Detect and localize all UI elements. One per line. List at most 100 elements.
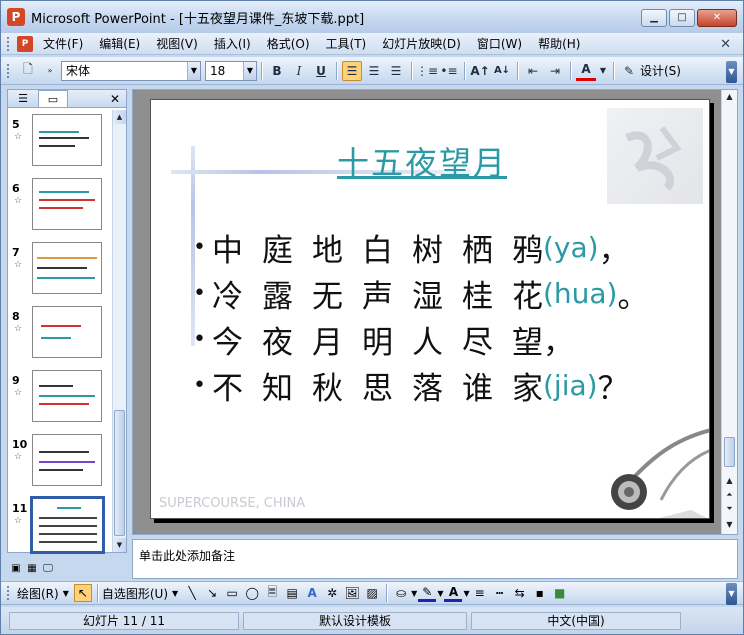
thumbnail-slide-10[interactable]: 10 ☆ bbox=[8, 434, 114, 490]
chevron-down-icon[interactable]: ▼ bbox=[187, 61, 200, 80]
new-document-icon[interactable]: 🗋 bbox=[18, 61, 38, 81]
scroll-down-icon[interactable]: ▼ bbox=[113, 538, 126, 552]
menu-window[interactable]: 窗口(W) bbox=[477, 35, 522, 52]
menu-view[interactable]: 视图(V) bbox=[156, 35, 198, 52]
bulleted-list-icon[interactable]: •≡ bbox=[439, 61, 459, 81]
textbox-icon[interactable]: 🗏 bbox=[263, 584, 281, 602]
normal-view-icon[interactable]: ▣ bbox=[9, 562, 23, 576]
decrease-font-icon[interactable]: A↓ bbox=[492, 61, 512, 81]
chevron-down-icon[interactable]: ▼ bbox=[437, 589, 443, 598]
scroll-up-icon[interactable]: ▲ bbox=[722, 90, 737, 104]
thumbnail-slide-7[interactable]: 7 ☆ bbox=[8, 242, 114, 298]
arrow-style-icon[interactable]: ⇆ bbox=[511, 584, 529, 602]
slide-thumbnail[interactable] bbox=[32, 370, 102, 422]
oval-icon[interactable]: ◯ bbox=[243, 584, 261, 602]
thumbnail-slide-8[interactable]: 8 ☆ bbox=[8, 306, 114, 362]
rectangle-icon[interactable]: ▭ bbox=[223, 584, 241, 602]
toolbar-grip[interactable] bbox=[7, 586, 11, 600]
scroll-up-icon[interactable]: ▲ bbox=[113, 110, 126, 124]
powerpoint-app-icon[interactable]: P bbox=[7, 8, 25, 26]
increase-indent-icon[interactable]: ⇥ bbox=[545, 61, 565, 81]
next-slide-icon[interactable]: ⏷ bbox=[722, 502, 737, 516]
slide-thumbnail[interactable] bbox=[32, 114, 102, 166]
menu-insert[interactable]: 插入(I) bbox=[214, 35, 251, 52]
thumbnail-slide-5[interactable]: 5 ☆ bbox=[8, 114, 114, 170]
scroll-down-icon[interactable]: ▼ bbox=[722, 518, 737, 532]
design-icon[interactable]: ✎ bbox=[619, 61, 639, 81]
notes-pane[interactable]: 单击此处添加备注 bbox=[132, 539, 738, 579]
chevron-down-icon[interactable]: ▼ bbox=[463, 589, 469, 598]
menu-tools[interactable]: 工具(T) bbox=[326, 35, 367, 52]
arrow-icon[interactable]: ↘ bbox=[203, 584, 221, 602]
slide-thumbnail[interactable] bbox=[32, 306, 102, 358]
document-icon[interactable]: P bbox=[17, 35, 33, 52]
align-right-icon[interactable]: ☰ bbox=[386, 61, 406, 81]
menu-slideshow[interactable]: 幻灯片放映(D) bbox=[382, 35, 461, 52]
menu-edit[interactable]: 编辑(E) bbox=[99, 35, 140, 52]
bold-button[interactable]: B bbox=[267, 61, 287, 81]
close-button[interactable]: ✕ bbox=[697, 9, 737, 27]
draw-menu-button[interactable]: 绘图(R) bbox=[17, 585, 59, 602]
align-left-icon[interactable]: ☰ bbox=[342, 60, 362, 81]
chevron-down-icon[interactable]: ▼ bbox=[243, 61, 256, 80]
vertical-textbox-icon[interactable]: ▤ bbox=[283, 584, 301, 602]
previous-slide-icon[interactable]: ⏶ bbox=[722, 488, 737, 502]
menu-format[interactable]: 格式(O) bbox=[267, 35, 310, 52]
decrease-indent-icon[interactable]: ⇤ bbox=[523, 61, 543, 81]
toolbar-options-icon[interactable]: » bbox=[40, 61, 60, 81]
slide-scrollbar[interactable]: ▲ ▲ ⏶ ⏷ ▼ bbox=[721, 90, 737, 534]
slideshow-view-icon[interactable]: 🖵 bbox=[41, 562, 55, 576]
maximize-button[interactable]: □ bbox=[669, 9, 695, 27]
line-color-icon[interactable]: ✎ bbox=[418, 584, 437, 602]
slide-thumbnail[interactable] bbox=[32, 434, 102, 486]
minimize-button[interactable]: ▁ bbox=[641, 9, 667, 27]
diagram-icon[interactable]: ✲ bbox=[323, 584, 341, 602]
chevron-down-icon[interactable]: ▼ bbox=[598, 61, 608, 81]
italic-button[interactable]: I bbox=[289, 61, 309, 81]
design-button[interactable]: 设计(S) bbox=[640, 62, 681, 79]
slide-title[interactable]: 十五夜望月 bbox=[337, 138, 507, 184]
increase-font-icon[interactable]: A↑ bbox=[470, 61, 490, 81]
close-pane-icon[interactable]: ✕ bbox=[110, 92, 120, 106]
scroll-thumb[interactable] bbox=[724, 437, 735, 467]
slide-thumbnail-selected[interactable] bbox=[30, 496, 105, 554]
3d-style-icon[interactable]: ■ bbox=[551, 584, 569, 602]
toolbar-grip[interactable] bbox=[7, 63, 11, 78]
outline-tab-icon[interactable]: ☰ bbox=[8, 91, 38, 107]
shadow-icon[interactable]: ▪ bbox=[531, 584, 549, 602]
align-center-icon[interactable]: ☰ bbox=[364, 61, 384, 81]
thumbnail-slide-9[interactable]: 9 ☆ bbox=[8, 370, 114, 426]
poem-text-box[interactable]: • 中庭地白树栖鸦 (ya) ， • 冷露无声湿桂花 (hua) 。 • 今夜月… bbox=[193, 224, 709, 408]
fill-color-icon[interactable]: ⛀ bbox=[392, 584, 410, 602]
slide-canvas[interactable]: 十五夜望月 • 中庭地白树栖鸦 (ya) ， • 冷露无声湿桂花 (hua) 。… bbox=[150, 99, 710, 519]
scroll-thumb[interactable] bbox=[114, 410, 125, 536]
toolbar-options-icon[interactable]: ▼ bbox=[726, 61, 737, 83]
clipart-icon[interactable]: 🖼 bbox=[343, 584, 361, 602]
slide-thumbnail[interactable] bbox=[32, 178, 102, 230]
font-color-icon[interactable]: A bbox=[444, 584, 463, 602]
line-style-icon[interactable]: ≡ bbox=[471, 584, 489, 602]
slides-tab-icon[interactable]: ▭ bbox=[38, 90, 68, 107]
slide-thumbnail[interactable] bbox=[32, 242, 102, 294]
chevron-down-icon[interactable]: ▼ bbox=[63, 589, 69, 598]
thumbnail-slide-6[interactable]: 6 ☆ bbox=[8, 178, 114, 234]
close-document-icon[interactable]: ✕ bbox=[720, 37, 731, 52]
wordart-icon[interactable]: A bbox=[303, 584, 321, 602]
line-icon[interactable]: ╲ bbox=[183, 584, 201, 602]
thumbnail-slide-11[interactable]: 11 ☆ bbox=[8, 496, 114, 554]
select-pointer-icon[interactable]: ↖ bbox=[73, 584, 92, 602]
thumbnail-scrollbar[interactable]: ▲ ▼ bbox=[112, 110, 126, 552]
autoshapes-menu-button[interactable]: 自选图形(U) bbox=[102, 585, 168, 602]
font-name-select[interactable]: 宋体 ▼ bbox=[61, 60, 201, 81]
toolbar-options-icon[interactable]: ▼ bbox=[726, 583, 737, 605]
menu-grip[interactable] bbox=[7, 36, 11, 51]
numbered-list-icon[interactable]: ⋮≡ bbox=[416, 61, 438, 81]
menu-help[interactable]: 帮助(H) bbox=[538, 35, 580, 52]
font-size-select[interactable]: 18 ▼ bbox=[205, 60, 257, 81]
chevron-down-icon[interactable]: ▼ bbox=[411, 589, 417, 598]
insert-picture-icon[interactable]: ▨ bbox=[363, 584, 381, 602]
underline-button[interactable]: U bbox=[311, 61, 331, 81]
scroll-up-icon[interactable]: ▲ bbox=[722, 474, 737, 488]
chevron-down-icon[interactable]: ▼ bbox=[172, 589, 178, 598]
title-bar[interactable]: P Microsoft PowerPoint - [十五夜望月课件_东坡下载.p… bbox=[1, 1, 743, 33]
